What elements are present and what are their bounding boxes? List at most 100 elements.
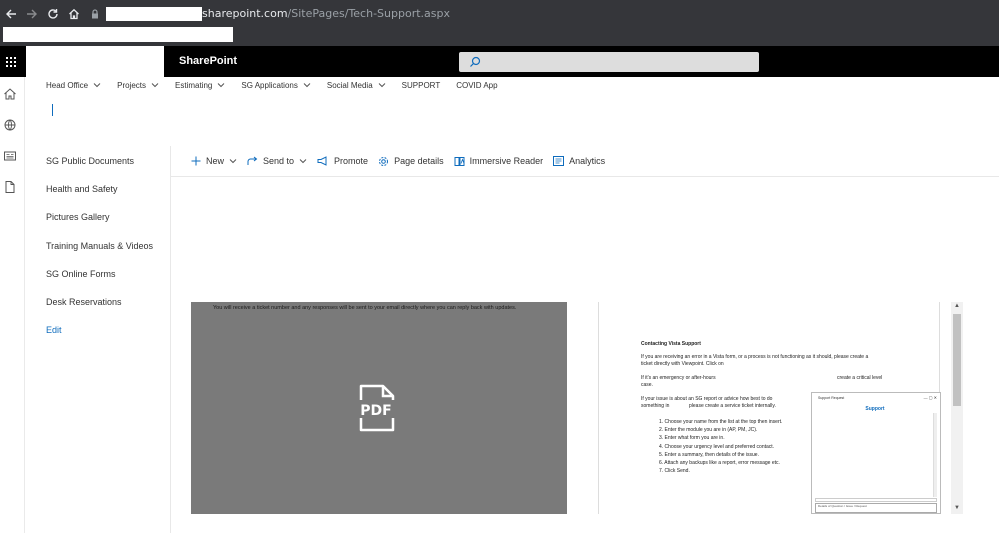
analytics-button[interactable]: Analytics — [553, 156, 605, 166]
popup-details-field: Details of Question / Issue / Request — [815, 503, 937, 513]
topnav-item-label: SUPPORT — [401, 80, 441, 90]
analytics-label: Analytics — [569, 156, 606, 166]
url-host: sharepoint.com — [202, 7, 288, 20]
chevron-down-icon — [299, 159, 307, 164]
topnav-item-sg-applications[interactable]: SG Applications — [241, 80, 311, 90]
url-path: /SitePages/Tech-Support.aspx — [287, 7, 450, 20]
scroll-down-arrow-icon[interactable]: ▼ — [953, 505, 961, 511]
topnav-item-covid-app[interactable]: COVID App — [456, 81, 497, 90]
tenant-logo-redaction — [26, 46, 164, 77]
doc-para3-line2b: please create a service ticket internall… — [689, 403, 776, 409]
news-icon[interactable] — [3, 149, 17, 163]
hub-navigation: Head Office Projects Estimating SG Applicat… — [46, 78, 514, 92]
globe-icon[interactable] — [3, 118, 17, 132]
home-button[interactable] — [64, 4, 84, 24]
home-icon[interactable] — [3, 87, 17, 101]
scroll-up-arrow-icon[interactable]: ▲ — [953, 303, 961, 309]
popup-window-controls: — ▢ ✕ — [923, 395, 937, 400]
leftnav-item-training-manuals[interactable]: Training Manuals & Videos — [46, 241, 153, 251]
leftnav-edit-link[interactable]: Edit — [46, 325, 62, 335]
doc-para2-line1b: create a critical level — [837, 375, 883, 381]
page-details-button[interactable]: Page details — [378, 156, 444, 167]
document-page: Contacting Vista Support If you are rece… — [598, 302, 941, 514]
megaphone-icon — [317, 156, 327, 166]
forward-button[interactable] — [22, 4, 42, 24]
send-to-label: Send to — [263, 156, 295, 166]
doc-step: 4. Choose your urgency level and preferr… — [659, 443, 775, 450]
topnav-item-support[interactable]: SUPPORT — [402, 81, 441, 90]
pdf-viewer[interactable]: You will receive a ticket number and any… — [191, 302, 567, 514]
forward-arrow-icon — [27, 9, 37, 18]
search-icon — [470, 56, 481, 67]
doc-step: 1. Choose your name from the list at the… — [659, 419, 783, 425]
promote-label: Promote — [334, 156, 369, 166]
topnav-item-projects[interactable]: Projects — [117, 81, 159, 90]
analytics-icon — [553, 156, 565, 166]
document-viewer[interactable]: Contacting Vista Support If you are rece… — [588, 302, 963, 514]
back-arrow-icon — [6, 9, 16, 18]
doc-step: 2. Enter the module you are in (AP, PM, … — [659, 427, 758, 434]
immersive-reader-icon — [454, 156, 465, 166]
suite-title[interactable]: SharePoint — [179, 46, 237, 77]
reload-button[interactable] — [43, 4, 63, 24]
doc-para3-line2a: something in — [641, 403, 670, 409]
app-bar — [0, 77, 25, 533]
page-details-label: Page details — [394, 156, 444, 166]
lock-icon — [92, 8, 98, 18]
doc-step: 6. Attach any backups like a report, err… — [659, 460, 780, 467]
doc-steps-list: 1. Choose your name from the list at the… — [659, 418, 782, 475]
document-scrollbar[interactable]: ▲ ▼ — [951, 302, 963, 514]
doc-step: 5. Enter a summary, then details of the … — [659, 451, 759, 458]
pdf-text: You will receive a ticket number and any… — [213, 305, 517, 311]
browser-toolbar: sharepoint.com/SitePages/Tech-Support.as… — [0, 0, 999, 27]
pdf-file-icon[interactable]: PDF — [355, 384, 399, 432]
gear-icon — [379, 156, 389, 166]
doc-step: 3. Enter what form you are in. — [659, 435, 725, 442]
quick-launch-nav: SG Public Documents Health and Safety Pi… — [25, 146, 171, 533]
topnav-item-label: Social Media — [326, 80, 373, 90]
address-bar[interactable]: sharepoint.com/SitePages/Tech-Support.as… — [90, 0, 450, 27]
leftnav-item-pictures-gallery[interactable]: Pictures Gallery — [46, 212, 110, 222]
command-bar: New Send to Promote Page details Immersi… — [171, 146, 999, 177]
leftnav-item-online-forms[interactable]: SG Online Forms — [46, 269, 116, 279]
immersive-reader-label: Immersive Reader — [469, 156, 544, 166]
reload-icon — [48, 8, 58, 19]
chevron-down-icon — [229, 159, 237, 164]
promote-button[interactable]: Promote — [317, 156, 368, 166]
send-to-button[interactable]: Send to — [247, 156, 307, 166]
chevron-down-icon — [93, 83, 101, 88]
plus-icon — [191, 156, 201, 166]
suite-bar: SharePoint — [0, 46, 999, 77]
search-box[interactable] — [459, 52, 759, 72]
scrollbar-thumb[interactable] — [953, 314, 961, 406]
topnav-item-estimating[interactable]: Estimating — [175, 81, 225, 90]
doc-heading: Contacting Vista Support — [641, 341, 701, 347]
topnav-item-head-office[interactable]: Head Office — [46, 81, 101, 90]
popup-title: Support Request — [818, 396, 845, 400]
doc-para3-line1: If your issue is about an SG report or a… — [641, 396, 773, 402]
app-launcher-button[interactable] — [0, 46, 22, 77]
topnav-item-label: SG Applications — [241, 80, 298, 90]
leftnav-item-public-documents[interactable]: SG Public Documents — [46, 156, 134, 166]
doc-para1-line1: If you are receiving an error in a Vista… — [641, 354, 869, 360]
popup-heading: Support — [865, 406, 885, 412]
support-request-screenshot: Support Request — ▢ ✕ Support Details of… — [811, 392, 941, 514]
immersive-reader-button[interactable]: Immersive Reader — [454, 156, 544, 167]
leftnav-item-desk-reservations[interactable]: Desk Reservations — [46, 297, 122, 307]
topnav-item-label: Projects — [117, 80, 147, 90]
url-text: sharepoint.com/SitePages/Tech-Support.as… — [202, 7, 450, 20]
back-button[interactable] — [1, 4, 21, 24]
new-button[interactable]: New — [191, 156, 237, 166]
doc-para2-line2: case. — [641, 382, 653, 388]
chevron-down-icon — [218, 83, 225, 88]
home-icon — [69, 8, 79, 19]
popup-divider — [815, 498, 937, 502]
url-redaction — [106, 6, 202, 21]
topnav-item-label: COVID App — [456, 80, 498, 90]
leftnav-item-health-and-safety[interactable]: Health and Safety — [46, 184, 118, 194]
doc-para1-line2: ticket directly with Viewpoint. Click on — [641, 361, 724, 367]
new-label: New — [206, 156, 225, 166]
document-icon[interactable] — [3, 180, 17, 194]
topnav-item-social-media[interactable]: Social Media — [327, 81, 386, 90]
chevron-down-icon — [303, 83, 311, 88]
